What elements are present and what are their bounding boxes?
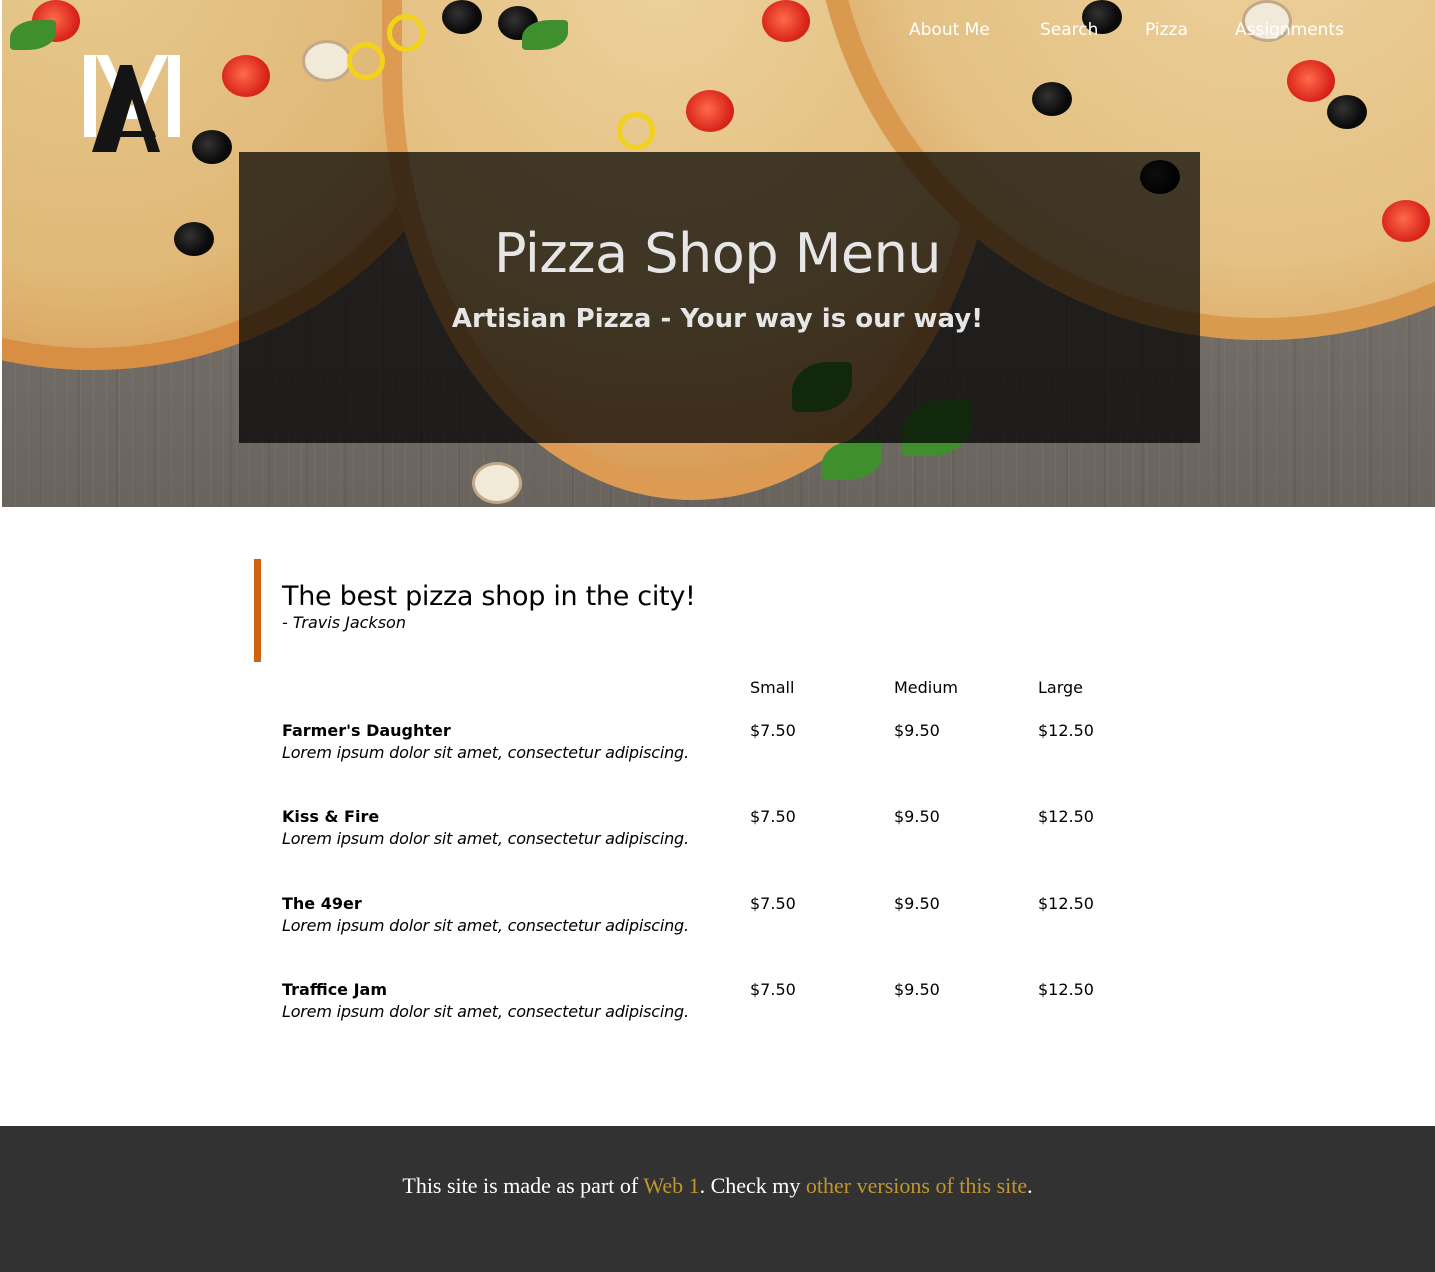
olive-topping: [192, 130, 232, 164]
mushroom-topping: [472, 462, 522, 504]
footer-text: This site is made as part of Web 1. Chec…: [0, 1173, 1435, 1199]
pizza-name: Traffice Jam: [282, 980, 388, 999]
menu-row: Kiss & Fire Lorem ipsum dolor sit amet, …: [282, 807, 1182, 867]
price-small: $7.50: [750, 807, 796, 826]
price-medium: $9.50: [894, 721, 940, 740]
ma-monogram-logo-icon[interactable]: [84, 55, 180, 152]
testimonial-quote: The best pizza shop in the city! - Travi…: [254, 559, 961, 662]
price-large: $12.50: [1038, 721, 1094, 740]
pizza-description: Lorem ipsum dolor sit amet, consectetur …: [282, 1002, 689, 1021]
price-large: $12.50: [1038, 807, 1094, 826]
nav-assignments[interactable]: Assignments: [1235, 20, 1344, 40]
column-header-medium: Medium: [894, 678, 958, 697]
title-overlay: [239, 152, 1200, 443]
price-small: $7.50: [750, 980, 796, 999]
pizza-name: Kiss & Fire: [282, 807, 380, 826]
page-title: Pizza Shop Menu: [493, 222, 942, 285]
site-footer: This site is made as part of Web 1. Chec…: [0, 1126, 1435, 1272]
price-medium: $9.50: [894, 807, 940, 826]
other-versions-link[interactable]: other versions of this site: [806, 1173, 1027, 1198]
tomato-topping: [1287, 60, 1335, 102]
column-header-small: Small: [750, 678, 795, 697]
column-header-large: Large: [1038, 678, 1084, 697]
menu-row: Farmer's Daughter Lorem ipsum dolor sit …: [282, 721, 1182, 781]
pizza-name: The 49er: [282, 894, 362, 913]
pepper-topping: [617, 112, 655, 150]
nav-about-me[interactable]: About Me: [909, 20, 990, 40]
price-large: $12.50: [1038, 894, 1094, 913]
price-medium: $9.50: [894, 980, 940, 999]
web1-link[interactable]: Web 1: [643, 1173, 699, 1198]
pepper-topping: [347, 42, 385, 80]
price-medium: $9.50: [894, 894, 940, 913]
pepper-topping: [387, 14, 425, 52]
mushroom-topping: [302, 40, 352, 82]
menu-row: The 49er Lorem ipsum dolor sit amet, con…: [282, 894, 1182, 954]
olive-topping: [1327, 95, 1367, 129]
pizza-description: Lorem ipsum dolor sit amet, consectetur …: [282, 743, 689, 762]
menu-row: Traffice Jam Lorem ipsum dolor sit amet,…: [282, 980, 1182, 1040]
nav-pizza[interactable]: Pizza: [1145, 20, 1188, 40]
pizza-description: Lorem ipsum dolor sit amet, consectetur …: [282, 916, 689, 935]
tomato-topping: [762, 0, 810, 42]
price-small: $7.50: [750, 894, 796, 913]
nav-search[interactable]: Search: [1040, 20, 1098, 40]
pizza-description: Lorem ipsum dolor sit amet, consectetur …: [282, 829, 689, 848]
price-large: $12.50: [1038, 980, 1094, 999]
tomato-topping: [686, 90, 734, 132]
quote-text: The best pizza shop in the city!: [282, 581, 696, 612]
olive-topping: [442, 0, 482, 34]
pizza-name: Farmer's Daughter: [282, 721, 451, 740]
olive-topping: [1032, 82, 1072, 116]
footer-middle: . Check my: [699, 1173, 806, 1198]
footer-suffix: .: [1027, 1173, 1033, 1198]
tomato-topping: [222, 55, 270, 97]
footer-prefix: This site is made as part of: [402, 1173, 644, 1198]
price-small: $7.50: [750, 721, 796, 740]
quote-author: - Travis Jackson: [282, 613, 406, 632]
page-subtitle: Artisian Pizza - Your way is our way!: [451, 304, 984, 334]
